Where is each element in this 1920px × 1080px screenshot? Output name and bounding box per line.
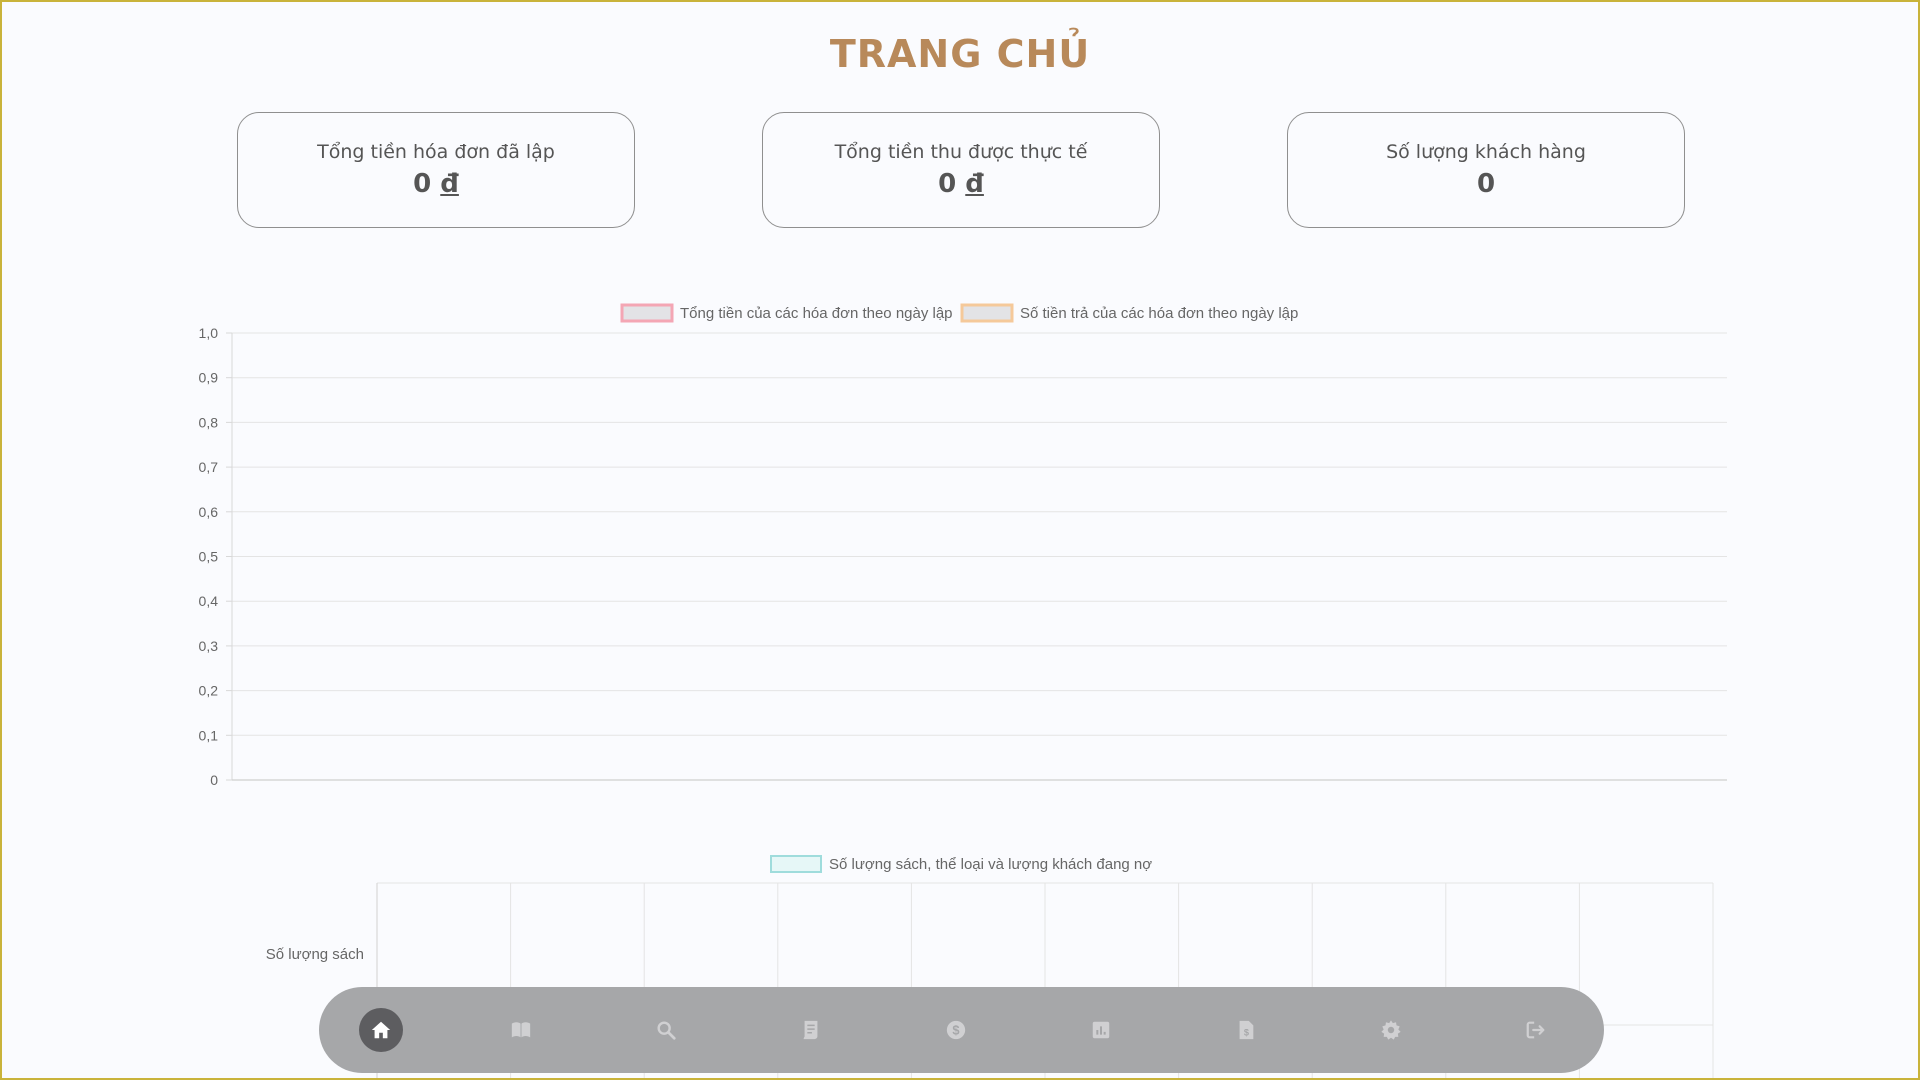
- search-icon: [657, 1021, 676, 1040]
- chart-grid: [226, 332, 1727, 781]
- y-tick-label: 0,3: [199, 638, 219, 654]
- gear-icon: [1381, 1020, 1401, 1040]
- stat-value: 0: [1288, 169, 1684, 199]
- app-frame: TRANG CHỦ Tổng tiền hóa đơn đã lập 0 đ T…: [0, 0, 1920, 1080]
- nav-payments[interactable]: $: [934, 1008, 978, 1052]
- stat-label: Tổng tiền thu được thực tế: [834, 141, 1088, 163]
- y-tick-label: 0,1: [199, 727, 219, 743]
- y-tick-label: 0,4: [199, 593, 219, 609]
- nav-receipts[interactable]: [789, 1008, 833, 1052]
- nav-home[interactable]: [359, 1008, 403, 1052]
- book-icon: [511, 1022, 531, 1038]
- svg-text:$: $: [952, 1023, 959, 1038]
- legend-swatch[interactable]: [620, 303, 674, 323]
- stat-number: 0: [413, 169, 432, 199]
- y-tick-label: 0,7: [199, 459, 219, 475]
- stat-card-customer-count: Số lượng khách hàng 0: [1287, 112, 1685, 228]
- stat-card-collected-total: Tổng tiền thu được thực tế 0 đ: [762, 112, 1160, 228]
- bottom-navbar: $ $: [319, 987, 1604, 1073]
- nav-reports[interactable]: [1079, 1008, 1123, 1052]
- nav-search[interactable]: [644, 1008, 688, 1052]
- nav-books[interactable]: [499, 1008, 543, 1052]
- invoice-icon: $: [1239, 1020, 1254, 1040]
- stat-value: 0 đ: [238, 169, 634, 199]
- legend-label[interactable]: Số tiền trả của các hóa đơn theo ngày lậ…: [1020, 305, 1298, 322]
- y-tick-label: 0,6: [199, 504, 219, 520]
- stat-label: Số lượng khách hàng: [1386, 141, 1586, 163]
- y-tick-label: 0,5: [199, 549, 219, 565]
- stat-number: 0: [938, 169, 957, 199]
- nav-invoices[interactable]: $: [1224, 1008, 1268, 1052]
- chart-icon: [1092, 1021, 1110, 1039]
- svg-text:$: $: [1244, 1028, 1249, 1038]
- y-tick-label: 0,2: [199, 683, 219, 699]
- legend-label[interactable]: Số lượng sách, thể loại và lượng khách đ…: [829, 856, 1152, 873]
- logout-icon: [1526, 1021, 1545, 1039]
- dollar-icon: $: [946, 1020, 966, 1040]
- revenue-line-chart: Tổng tiền của các hóa đơn theo ngày lập S…: [199, 303, 1727, 788]
- chart-legend: Số lượng sách, thể loại và lượng khách đ…: [770, 855, 1152, 873]
- y-axis-categories: Số lượng sách: [266, 946, 364, 963]
- stat-value: 0 đ: [763, 169, 1159, 199]
- currency-symbol: đ: [965, 169, 984, 199]
- currency-symbol: đ: [440, 169, 459, 199]
- legend-swatch[interactable]: [770, 855, 822, 873]
- nav-settings[interactable]: [1369, 1008, 1413, 1052]
- y-tick-label: 0: [210, 772, 218, 788]
- y-tick-label: 1,0: [199, 325, 219, 341]
- chart-legend: Tổng tiền của các hóa đơn theo ngày lập S…: [620, 303, 1298, 323]
- page-title: TRANG CHỦ: [829, 32, 1091, 76]
- receipt-icon: [803, 1020, 818, 1040]
- stat-number: 0: [1476, 169, 1496, 199]
- y-tick-label: 0,8: [199, 414, 219, 430]
- legend-label[interactable]: Tổng tiền của các hóa đơn theo ngày lập: [680, 305, 953, 322]
- nav-logout[interactable]: [1514, 1008, 1558, 1052]
- category-label: Số lượng sách: [266, 946, 364, 963]
- legend-swatch[interactable]: [960, 303, 1014, 323]
- home-icon: [371, 1021, 391, 1039]
- stat-label: Tổng tiền hóa đơn đã lập: [317, 141, 555, 163]
- y-tick-label: 0,9: [199, 370, 219, 386]
- stat-card-invoice-total: Tổng tiền hóa đơn đã lập 0 đ: [237, 112, 635, 228]
- y-axis-ticks: 1,0 0,9 0,8 0,7 0,6 0,5 0,4 0,3 0,2 0,1 0: [199, 325, 219, 788]
